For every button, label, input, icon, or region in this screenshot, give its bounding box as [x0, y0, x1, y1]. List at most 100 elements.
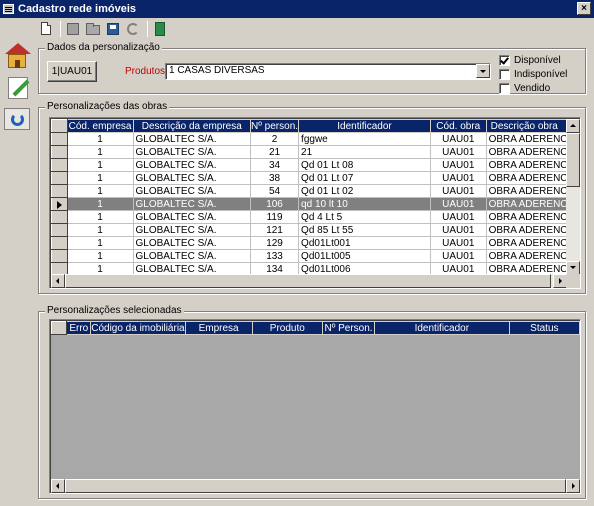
horizontal-scrollbar[interactable]	[51, 274, 567, 288]
scroll-thumb[interactable]	[566, 133, 580, 187]
col-header[interactable]: Cód. empresa	[66, 119, 134, 133]
table-cell[interactable]: GLOBALTEC S/A.	[132, 223, 252, 237]
row-header[interactable]	[51, 236, 68, 250]
row-header[interactable]	[51, 197, 68, 211]
table-cell[interactable]: qd 10 lt 10	[298, 197, 431, 211]
col-header[interactable]: Descrição da empresa	[132, 119, 252, 133]
table-cell[interactable]: UAU01	[429, 184, 487, 198]
table-cell[interactable]: GLOBALTEC S/A.	[132, 210, 252, 224]
scroll-right-button[interactable]	[553, 274, 567, 288]
table-cell[interactable]: 1	[66, 132, 134, 146]
table-cell[interactable]: GLOBALTEC S/A.	[132, 145, 252, 159]
checkbox-vendido[interactable]: Vendido	[499, 81, 567, 95]
row-header[interactable]	[51, 132, 68, 146]
house-icon[interactable]	[4, 42, 32, 72]
table-cell[interactable]: Qd 01 Lt 07	[298, 171, 431, 185]
table-cell[interactable]: 1	[66, 236, 134, 250]
col-header[interactable]: Status	[508, 321, 580, 335]
table-cell[interactable]: fggwe	[298, 132, 431, 146]
col-header[interactable]: Produto	[251, 321, 324, 335]
sync-icon[interactable]	[4, 108, 30, 130]
table-cell[interactable]: 1	[66, 249, 134, 263]
table-cell[interactable]: 38	[250, 171, 300, 185]
table-cell[interactable]: 129	[250, 236, 300, 250]
table-cell[interactable]: 34	[250, 158, 300, 172]
table-cell[interactable]: Qd 01 Lt 02	[298, 184, 431, 198]
col-header[interactable]: Identificador	[298, 119, 431, 133]
table-cell[interactable]: GLOBALTEC S/A.	[132, 184, 252, 198]
chevron-down-icon[interactable]	[476, 64, 490, 78]
col-header[interactable]: Cód. obra	[429, 119, 487, 133]
table-cell[interactable]: UAU01	[429, 197, 487, 211]
table-row[interactable]: 1 GLOBALTEC S/A. 21 21 UAU01 OBRA ADERENCIA	[51, 145, 580, 159]
table-cell[interactable]: UAU01	[429, 249, 487, 263]
col-header[interactable]: Erro	[66, 321, 92, 335]
scroll-up-button[interactable]	[566, 119, 580, 133]
table-cell[interactable]: UAU01	[429, 132, 487, 146]
table-cell[interactable]: 1	[66, 184, 134, 198]
table-cell[interactable]: UAU01	[429, 158, 487, 172]
table-row[interactable]: 1 GLOBALTEC S/A. 129 Qd01Lt001 UAU01 OBRA ADE…	[51, 236, 580, 250]
scroll-down-button[interactable]	[566, 261, 580, 275]
table-row[interactable]: 1 GLOBALTEC S/A. 106 qd 10 lt 10 UAU01 OBRA A…	[51, 197, 580, 211]
scroll-right-button[interactable]	[566, 479, 580, 493]
table-cell[interactable]: 21	[250, 145, 300, 159]
checkbox-indisponivel[interactable]: Indisponível	[499, 67, 567, 81]
edit-icon[interactable]	[65, 21, 81, 37]
table-cell[interactable]: Qd 85 Lt 55	[298, 223, 431, 237]
close-button[interactable]: ×	[577, 2, 591, 15]
exit-icon[interactable]	[152, 21, 168, 37]
table-cell[interactable]: GLOBALTEC S/A.	[132, 249, 252, 263]
checkbox-box[interactable]	[499, 54, 510, 66]
table-cell[interactable]: Qd 4 Lt 5	[298, 210, 431, 224]
checkbox-box[interactable]	[499, 82, 510, 94]
table-cell[interactable]: UAU01	[429, 145, 487, 159]
table-cell[interactable]: 1	[66, 158, 134, 172]
table-cell[interactable]: UAU01	[429, 210, 487, 224]
table-row[interactable]: 1 GLOBALTEC S/A. 54 Qd 01 Lt 02 UAU01 OBRA AD…	[51, 184, 580, 198]
row-header[interactable]	[51, 158, 68, 172]
table-cell[interactable]: 119	[250, 210, 300, 224]
table-row[interactable]: 1 GLOBALTEC S/A. 121 Qd 85 Lt 55 UAU01 OBRA A…	[51, 223, 580, 237]
save-icon[interactable]	[105, 21, 121, 37]
table-cell[interactable]: 1	[66, 171, 134, 185]
table-cell[interactable]: 1	[66, 223, 134, 237]
scroll-left-button[interactable]	[51, 274, 65, 288]
table-row[interactable]: 1 GLOBALTEC S/A. 2 fggwe UAU01 OBRA ADERENCIA	[51, 132, 580, 146]
col-header[interactable]: Nº Person.	[322, 321, 375, 335]
row-header[interactable]	[51, 223, 68, 237]
table-cell[interactable]: 133	[250, 249, 300, 263]
row-header[interactable]	[51, 184, 68, 198]
checkbox-disponivel[interactable]: Disponível	[499, 53, 567, 67]
table-cell[interactable]: 2	[250, 132, 300, 146]
table-cell[interactable]: 121	[250, 223, 300, 237]
scroll-thumb[interactable]	[65, 479, 566, 493]
row-header[interactable]	[51, 171, 68, 185]
table-cell[interactable]: GLOBALTEC S/A.	[132, 132, 252, 146]
col-header[interactable]: Nº person.	[250, 119, 300, 133]
table-cell[interactable]: 54	[250, 184, 300, 198]
row-header[interactable]	[51, 249, 68, 263]
col-header[interactable]: Empresa	[184, 321, 253, 335]
row-header[interactable]	[51, 145, 68, 159]
table-cell[interactable]: 1	[66, 145, 134, 159]
table-cell[interactable]: 106	[250, 197, 300, 211]
checkbox-box[interactable]	[499, 68, 510, 80]
refresh-icon[interactable]	[125, 21, 141, 37]
table-row[interactable]: 1 GLOBALTEC S/A. 133 Qd01Lt005 UAU01 OBRA ADE…	[51, 249, 580, 263]
new-icon[interactable]	[38, 21, 54, 37]
table-cell[interactable]: Qd01Lt005	[298, 249, 431, 263]
table-cell[interactable]: UAU01	[429, 171, 487, 185]
table-cell[interactable]: 1	[66, 210, 134, 224]
horizontal-scrollbar[interactable]	[51, 479, 580, 493]
vertical-scrollbar[interactable]	[566, 119, 580, 275]
scroll-thumb[interactable]	[65, 274, 551, 288]
table-row[interactable]: 1 GLOBALTEC S/A. 34 Qd 01 Lt 08 UAU01 OBRA AD…	[51, 158, 580, 172]
produtos-select[interactable]: 1 CASAS DIVERSAS	[165, 63, 491, 80]
open-icon[interactable]	[85, 21, 101, 37]
table-cell[interactable]: 1	[66, 197, 134, 211]
table-cell[interactable]: GLOBALTEC S/A.	[132, 158, 252, 172]
table-cell[interactable]: Qd 01 Lt 08	[298, 158, 431, 172]
table-cell[interactable]: GLOBALTEC S/A.	[132, 236, 252, 250]
table-cell[interactable]: UAU01	[429, 236, 487, 250]
